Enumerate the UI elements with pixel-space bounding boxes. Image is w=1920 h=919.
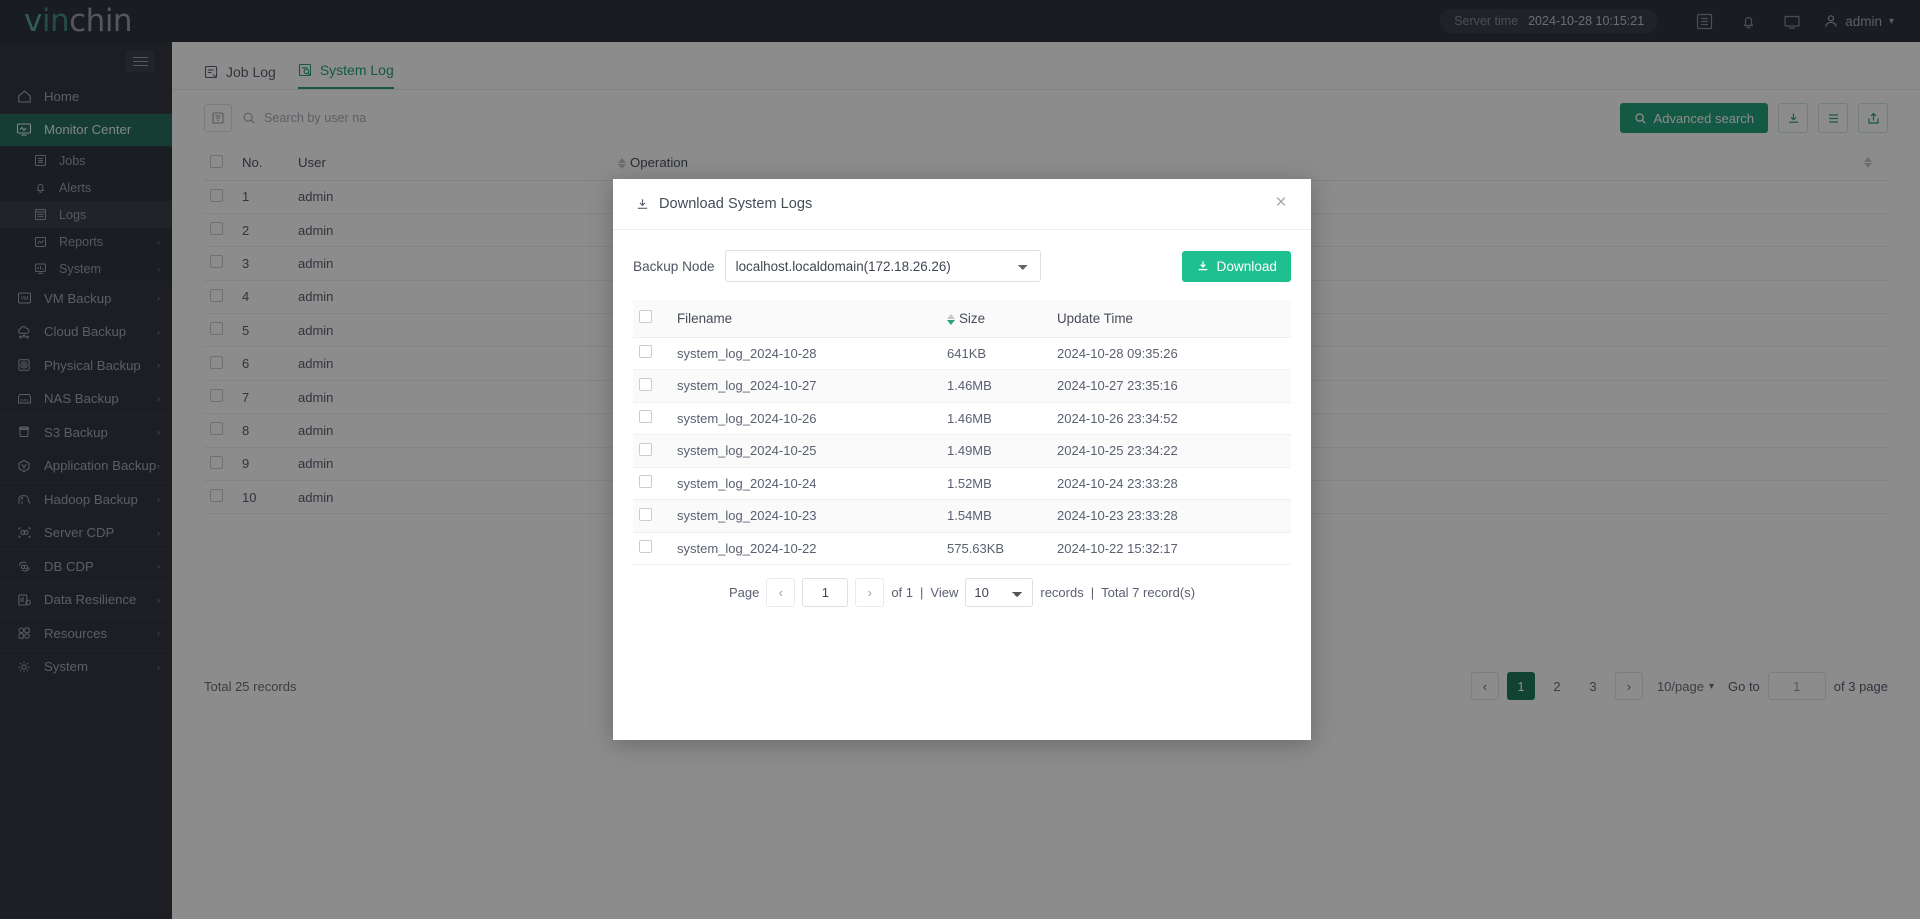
dialog-title: Download System Logs xyxy=(635,196,812,212)
file-checkbox-cell[interactable] xyxy=(633,532,671,565)
dialog-title-label: Download System Logs xyxy=(659,196,812,212)
file-row[interactable]: system_log_2024-10-24 1.52MB 2024-10-24 … xyxy=(633,467,1291,500)
file-checkbox[interactable] xyxy=(639,475,652,488)
backup-node-label: Backup Node xyxy=(633,259,715,274)
file-row[interactable]: system_log_2024-10-23 1.54MB 2024-10-23 … xyxy=(633,500,1291,533)
file-checkbox[interactable] xyxy=(639,540,652,553)
file-size: 1.46MB xyxy=(941,370,1051,403)
file-size: 1.46MB xyxy=(941,402,1051,435)
file-updated: 2024-10-26 23:34:52 xyxy=(1051,402,1291,435)
file-checkbox-cell[interactable] xyxy=(633,402,671,435)
file-table-body: system_log_2024-10-28 641KB 2024-10-28 0… xyxy=(633,337,1291,565)
file-checkbox[interactable] xyxy=(639,508,652,521)
file-checkbox[interactable] xyxy=(639,345,652,358)
select-all-files-header[interactable] xyxy=(633,300,671,337)
dialog-page-size-select[interactable]: 10 xyxy=(965,578,1033,607)
dialog-page-input[interactable]: 1 xyxy=(802,578,848,607)
download-icon xyxy=(1196,259,1210,273)
column-update-time-label: Update Time xyxy=(1057,311,1133,326)
file-size: 575.63KB xyxy=(941,532,1051,565)
file-updated: 2024-10-28 09:35:26 xyxy=(1051,337,1291,370)
file-row[interactable]: system_log_2024-10-27 1.46MB 2024-10-27 … xyxy=(633,370,1291,403)
sort-icon[interactable] xyxy=(947,314,955,325)
file-checkbox-cell[interactable] xyxy=(633,435,671,468)
file-name: system_log_2024-10-26 xyxy=(671,402,941,435)
file-row[interactable]: system_log_2024-10-22 575.63KB 2024-10-2… xyxy=(633,532,1291,565)
download-icon xyxy=(635,197,650,212)
file-name: system_log_2024-10-28 xyxy=(671,337,941,370)
file-size: 1.54MB xyxy=(941,500,1051,533)
file-updated: 2024-10-25 23:34:22 xyxy=(1051,435,1291,468)
dialog-total-records-label: Total 7 record(s) xyxy=(1101,585,1195,600)
file-checkbox-cell[interactable] xyxy=(633,500,671,533)
select-all-files-checkbox[interactable] xyxy=(639,310,652,323)
dialog-header: Download System Logs × xyxy=(613,179,1311,230)
download-button[interactable]: Download xyxy=(1182,251,1291,282)
file-updated: 2024-10-22 15:32:17 xyxy=(1051,532,1291,565)
dialog-prev-page-button[interactable]: ‹ xyxy=(766,578,795,607)
file-name: system_log_2024-10-25 xyxy=(671,435,941,468)
column-update-time[interactable]: Update Time xyxy=(1051,300,1291,337)
backup-node-select[interactable]: localhost.localdomain(172.18.26.26) xyxy=(725,250,1041,282)
file-row[interactable]: system_log_2024-10-25 1.49MB 2024-10-25 … xyxy=(633,435,1291,468)
file-size: 641KB xyxy=(941,337,1051,370)
file-checkbox-cell[interactable] xyxy=(633,370,671,403)
file-size: 1.49MB xyxy=(941,435,1051,468)
app-root: vinchin Server time 2024-10-28 10:15:21 xyxy=(0,0,1920,919)
page-label: Page xyxy=(729,585,759,600)
download-system-logs-dialog: Download System Logs × Backup Node local… xyxy=(613,179,1311,740)
file-checkbox[interactable] xyxy=(639,410,652,423)
backup-node-row: Backup Node localhost.localdomain(172.18… xyxy=(633,250,1291,282)
file-size: 1.52MB xyxy=(941,467,1051,500)
file-name: system_log_2024-10-23 xyxy=(671,500,941,533)
dialog-of-label: of 1 xyxy=(891,585,913,600)
file-name: system_log_2024-10-22 xyxy=(671,532,941,565)
column-filename-label: Filename xyxy=(677,311,732,326)
dialog-pager-separator: | xyxy=(920,585,923,600)
file-checkbox[interactable] xyxy=(639,378,652,391)
file-checkbox[interactable] xyxy=(639,443,652,456)
file-checkbox-cell[interactable] xyxy=(633,467,671,500)
dialog-pager-separator-2: | xyxy=(1091,585,1094,600)
file-name: system_log_2024-10-24 xyxy=(671,467,941,500)
file-row[interactable]: system_log_2024-10-28 641KB 2024-10-28 0… xyxy=(633,337,1291,370)
column-filename[interactable]: Filename xyxy=(671,300,941,337)
column-size-label: Size xyxy=(959,311,985,326)
column-size[interactable]: Size xyxy=(941,300,1051,337)
dialog-view-label: View xyxy=(930,585,958,600)
file-updated: 2024-10-24 23:33:28 xyxy=(1051,467,1291,500)
file-updated: 2024-10-27 23:35:16 xyxy=(1051,370,1291,403)
dialog-next-page-button[interactable]: › xyxy=(855,578,884,607)
file-updated: 2024-10-23 23:33:28 xyxy=(1051,500,1291,533)
file-checkbox-cell[interactable] xyxy=(633,337,671,370)
file-name: system_log_2024-10-27 xyxy=(671,370,941,403)
log-files-table: Filename Size Update Time system_log_202… xyxy=(633,300,1291,565)
download-button-label: Download xyxy=(1217,259,1277,274)
close-icon[interactable]: × xyxy=(1271,193,1291,213)
file-row[interactable]: system_log_2024-10-26 1.46MB 2024-10-26 … xyxy=(633,402,1291,435)
file-table-header-row: Filename Size Update Time xyxy=(633,300,1291,337)
dialog-body: Backup Node localhost.localdomain(172.18… xyxy=(613,230,1311,607)
dialog-pagination: Page ‹ 1 › of 1 | View 10 records | Tota… xyxy=(633,578,1291,607)
dialog-records-label: records xyxy=(1040,585,1083,600)
